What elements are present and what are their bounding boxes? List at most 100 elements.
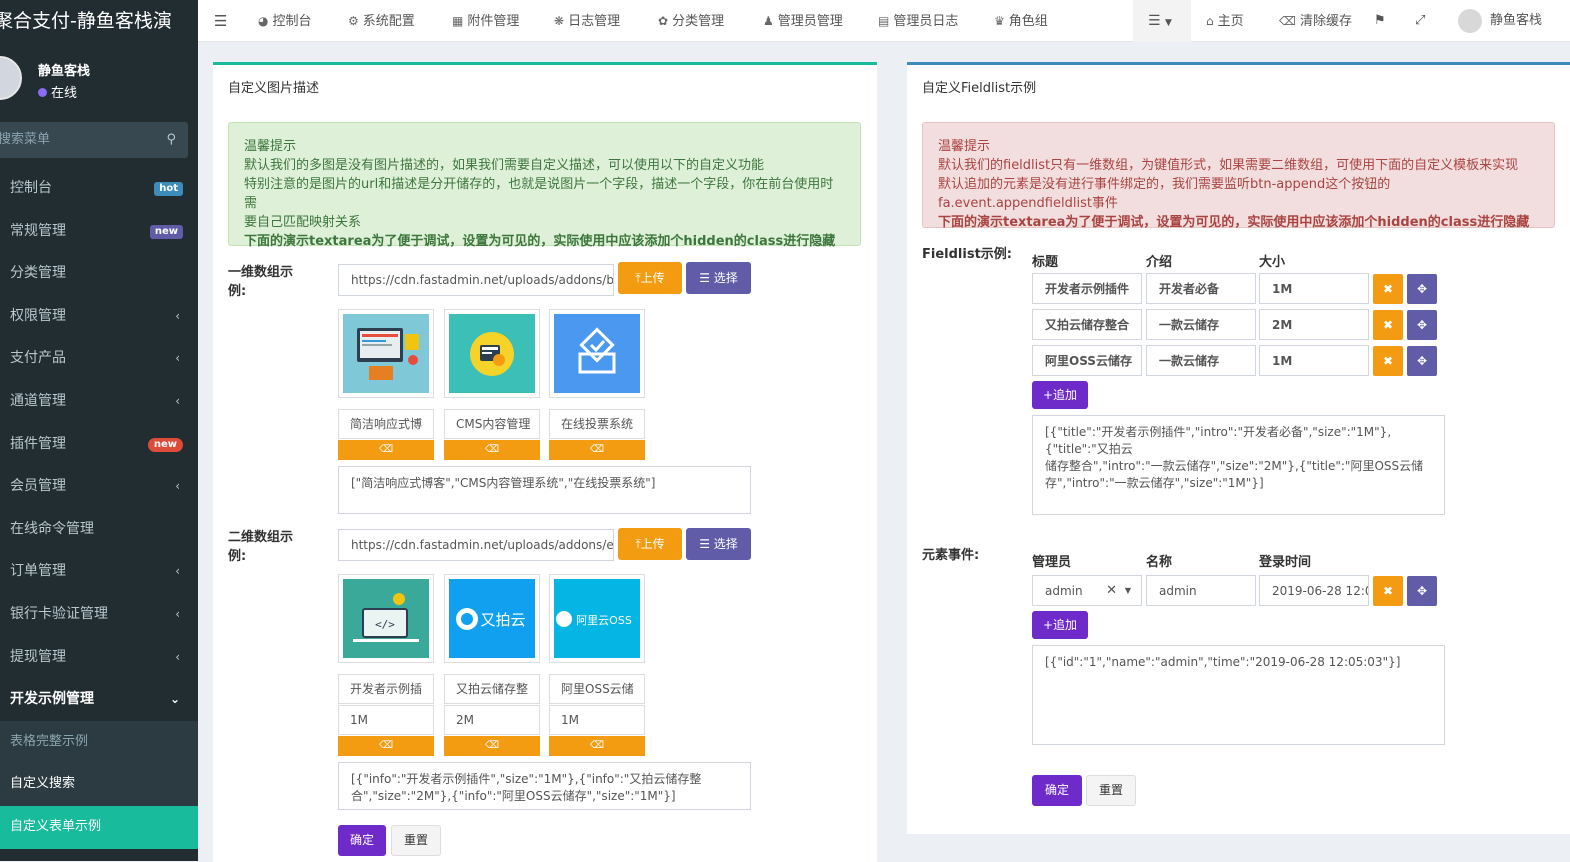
caption-input[interactable]: CMS内容管理 (444, 409, 540, 439)
nav-category[interactable]: ✿ 分类管理 (658, 0, 724, 42)
remove-row-icon[interactable]: ✖ (1373, 576, 1403, 606)
two-dim-json-textarea[interactable]: [{"info":"开发者示例插件","size":"1M"},{"info":… (338, 762, 751, 810)
nav-user[interactable]: 静鱼客栈 (1458, 0, 1542, 42)
language-icon[interactable]: ⚑ (1374, 0, 1386, 42)
sidebar-item-label: 银行卡验证管理 (10, 605, 108, 622)
caption-input[interactable]: 简洁响应式博 (338, 409, 434, 439)
sidebar-item-dev-examples[interactable]: 开发示例管理 ⌄ (0, 678, 198, 721)
remove-row-icon[interactable]: ✖ (1373, 346, 1403, 376)
sidebar-item-plugins[interactable]: 插件管理 new (0, 423, 198, 466)
sidebar-item-label: 开发示例管理 (10, 691, 94, 708)
thumbnail[interactable]: 阿里云OSS (549, 574, 645, 663)
nav-admin[interactable]: ♟ 管理员管理 (763, 0, 843, 42)
fieldlist-title-input[interactable]: 开发者示例插件 (1032, 273, 1142, 304)
nav-more-dropdown[interactable]: ☰ ▼ (1148, 0, 1172, 42)
sidebar-menu: 控制台 hot 常规管理 new 分类管理 权限管理 ‹ 支付产品 ‹ 通道管理 ‹ 插件… (0, 167, 198, 849)
sidebar-item-orders[interactable]: 订单管理 ‹ (0, 550, 198, 593)
trash-icon[interactable]: ⌫ (338, 736, 434, 756)
left-panel: 自定义图片描述 温馨提示 默认我们的多图是没有图片描述的，如果我们需要自定义描述… (213, 62, 877, 862)
size-input[interactable]: 1M (549, 705, 645, 735)
confirm-button[interactable]: 确定 (338, 825, 386, 856)
title-input[interactable]: 开发者示例插 (338, 674, 434, 704)
thumbnail[interactable] (338, 309, 434, 398)
one-dim-json-textarea[interactable]: ["简洁响应式博客","CMS内容管理系统","在线投票系统"] (338, 466, 751, 514)
clear-icon[interactable]: ✕ (1106, 576, 1117, 605)
sidebar-item-label: 插件管理 (10, 435, 66, 452)
trash-icon[interactable]: ⌫ (549, 736, 645, 756)
reset-button[interactable]: 重置 (1086, 775, 1136, 806)
trash-icon[interactable]: ⌫ (338, 440, 434, 460)
choose-label: 选择 (713, 271, 738, 285)
nav-role-group[interactable]: ♛ 角色组 (994, 0, 1048, 42)
admin-select[interactable]: admin ✕ ▼ (1032, 575, 1142, 606)
event-name-input[interactable]: admin (1146, 575, 1256, 606)
choose-button[interactable]: ☰ 选择 (686, 262, 751, 294)
thumbnail[interactable]: </> (338, 574, 434, 663)
confirm-button[interactable]: 确定 (1032, 775, 1082, 806)
nav-admin-log[interactable]: ▤ 管理员日志 (878, 0, 958, 42)
thumbnail[interactable] (444, 309, 540, 398)
thumbnail[interactable] (549, 309, 645, 398)
sidebar-item-general[interactable]: 常规管理 new (0, 210, 198, 253)
fieldlist-json-textarea[interactable]: [{"title":"开发者示例插件","intro":"开发者必备","siz… (1032, 415, 1445, 515)
sidebar-subitem-custom-form[interactable]: 自定义表单示例 (0, 805, 198, 849)
sidebar-item-bankcard[interactable]: 银行卡验证管理 ‹ (0, 593, 198, 636)
nav-home[interactable]: ⌂ 主页 (1206, 0, 1244, 42)
sidebar-subitem-custom-search[interactable]: 自定义搜索 (0, 763, 198, 806)
nav-dashboard[interactable]: ◕ 控制台 (258, 0, 312, 42)
fieldlist-title-input[interactable]: 阿里OSS云储存 (1032, 345, 1142, 376)
sidebar-item-dashboard[interactable]: 控制台 hot (0, 167, 198, 210)
sidebar-toggle-icon[interactable]: ☰ (214, 0, 227, 42)
thumbnail[interactable]: 又拍云 (444, 574, 540, 663)
drag-move-icon[interactable]: ✥ (1407, 346, 1437, 376)
nav-log[interactable]: ❋ 日志管理 (554, 0, 620, 42)
drag-move-icon[interactable]: ✥ (1407, 274, 1437, 304)
sidebar-item-online-command[interactable]: 在线命令管理 (0, 508, 198, 551)
two-dim-url-input[interactable]: https://cdn.fastadmin.net/uploads/addons… (338, 529, 614, 561)
fieldlist-size-input[interactable]: 1M (1259, 273, 1369, 304)
trash-icon[interactable]: ⌫ (444, 736, 540, 756)
chevron-left-icon: ‹ (175, 308, 180, 323)
fieldlist-intro-input[interactable]: 一款云储存 (1146, 309, 1256, 340)
fullscreen-icon[interactable]: ⤢ (1415, 0, 1425, 42)
drag-move-icon[interactable]: ✥ (1407, 576, 1437, 606)
upload-button[interactable]: ⤒上传 (618, 262, 682, 294)
title-input[interactable]: 又拍云储存整 (444, 674, 540, 704)
fieldlist-size-input[interactable]: 1M (1259, 345, 1369, 376)
event-json-textarea[interactable]: [{"id":"1","name":"admin","time":"2019-0… (1032, 645, 1445, 745)
reset-button[interactable]: 重置 (391, 825, 441, 856)
fieldlist-size-input[interactable]: 2M (1259, 309, 1369, 340)
sidebar-item-withdraw[interactable]: 提现管理 ‹ (0, 636, 198, 679)
fieldlist-title-input[interactable]: 又拍云储存整合 (1032, 309, 1142, 340)
trash-icon[interactable]: ⌫ (444, 440, 540, 460)
drag-move-icon[interactable]: ✥ (1407, 310, 1437, 340)
menu-search-input[interactable]: 搜索菜单 ⚲ (0, 122, 188, 158)
sidebar-item-auth[interactable]: 权限管理 ‹ (0, 295, 198, 338)
upload-button[interactable]: ⤒上传 (618, 528, 682, 560)
one-dim-url-input[interactable]: https://cdn.fastadmin.net/uploads/addons… (338, 264, 614, 296)
nav-clear-cache[interactable]: ⌫ 清除缓存 (1279, 0, 1352, 42)
sidebar-item-channels[interactable]: 通道管理 ‹ (0, 380, 198, 423)
sidebar-item-pay-products[interactable]: 支付产品 ‹ (0, 337, 198, 380)
sidebar-subitem-table[interactable]: 表格完整示例 (0, 721, 198, 764)
nav-attachment[interactable]: ▦ 附件管理 (452, 0, 519, 42)
remove-row-icon[interactable]: ✖ (1373, 274, 1403, 304)
remove-row-icon[interactable]: ✖ (1373, 310, 1403, 340)
size-input[interactable]: 1M (338, 705, 434, 735)
nav-config[interactable]: ⚙ 系统配置 (348, 0, 415, 42)
fieldlist-intro-input[interactable]: 一款云储存 (1146, 345, 1256, 376)
caption-input[interactable]: 在线投票系统 (549, 409, 645, 439)
choose-button[interactable]: ☰ 选择 (686, 528, 751, 560)
upyun-thumb-image: 又拍云 (449, 579, 535, 658)
event-time-input[interactable]: 2019-06-28 12:0 (1259, 575, 1369, 606)
size-input[interactable]: 2M (444, 705, 540, 735)
title-input[interactable]: 阿里OSS云储 (549, 674, 645, 704)
sidebar-item-members[interactable]: 会员管理 ‹ (0, 465, 198, 508)
sidebar-item-category[interactable]: 分类管理 (0, 252, 198, 295)
append-button[interactable]: +追加 (1032, 381, 1088, 409)
fieldlist-intro-input[interactable]: 开发者必备 (1146, 273, 1256, 304)
app-logo[interactable]: 聚合支付-静鱼客栈演 (0, 0, 198, 42)
search-icon[interactable]: ⚲ (166, 122, 176, 158)
append-button[interactable]: +追加 (1032, 611, 1088, 639)
trash-icon[interactable]: ⌫ (549, 440, 645, 460)
